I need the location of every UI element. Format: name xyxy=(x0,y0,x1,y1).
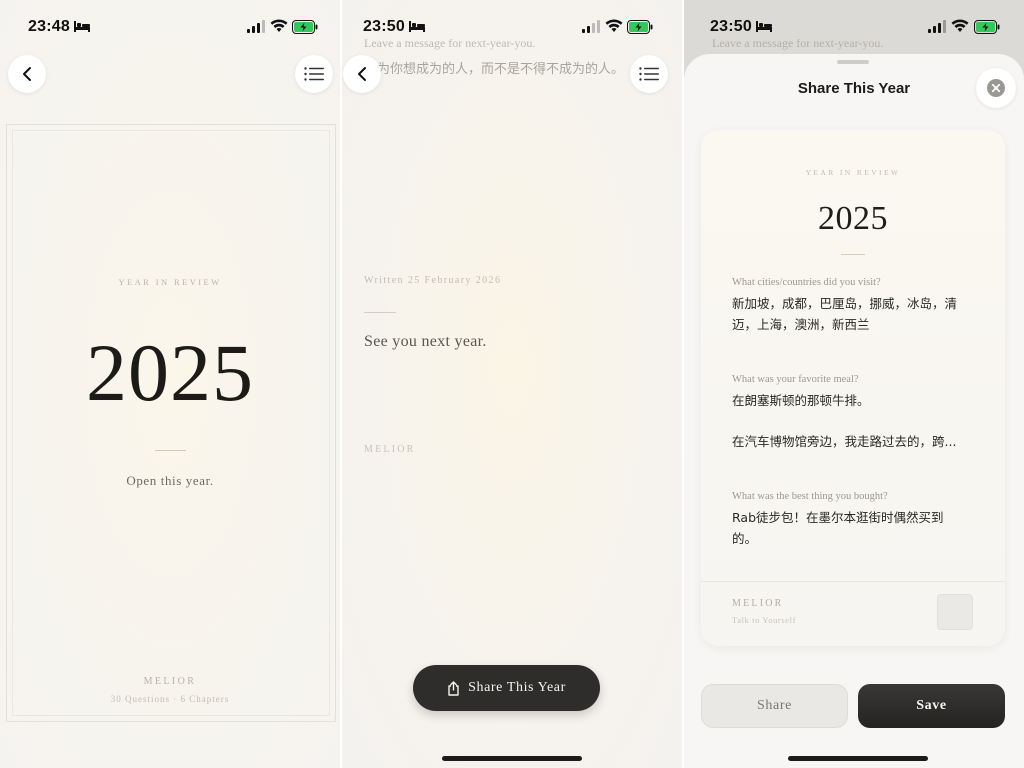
open-year-link[interactable]: Open this year. xyxy=(0,473,340,489)
menu-button[interactable] xyxy=(295,55,333,93)
card-brand: MELIOR xyxy=(732,598,784,609)
close-button[interactable] xyxy=(976,68,1016,108)
signal-icon xyxy=(582,20,600,33)
card-eyebrow: YEAR IN REVIEW xyxy=(805,168,901,177)
faded-message-line: 因为你想成为的人，而不是不得不成为的人。 xyxy=(364,62,625,77)
year-title[interactable]: 2025 xyxy=(0,332,340,414)
card-question: What was your favorite meal? xyxy=(732,374,859,385)
battery-charging-icon xyxy=(292,20,318,34)
close-icon xyxy=(987,79,1005,97)
save-button[interactable]: Save xyxy=(858,684,1005,728)
back-button[interactable] xyxy=(8,55,46,93)
card-tagline: Talk to Yourself xyxy=(732,615,797,625)
wifi-icon xyxy=(605,19,623,32)
battery-charging-icon xyxy=(627,20,653,34)
home-indicator[interactable] xyxy=(442,756,582,761)
written-date: Written 25 February 2026 xyxy=(364,275,502,286)
status-time: 23:50 xyxy=(363,18,405,35)
card-answer-continued: 在汽车博物馆旁边，我走路过去的，跨... xyxy=(732,434,957,449)
share-button-label: Share This Year xyxy=(468,680,566,695)
card-divider-rule xyxy=(841,254,865,255)
signal-icon xyxy=(247,20,265,33)
wifi-icon xyxy=(951,19,969,32)
brand-name: MELIOR xyxy=(143,676,197,687)
back-chevron-icon xyxy=(23,67,31,81)
share-sheet: Share This Year YEAR IN REVIEW 2025 What… xyxy=(684,54,1024,768)
eyebrow-label: YEAR IN REVIEW xyxy=(118,277,222,287)
card-answer: 在朗塞斯顿的那顿牛排。 xyxy=(732,393,870,408)
card-footer-divider xyxy=(701,581,1005,582)
battery-charging-icon xyxy=(974,20,1000,34)
brand-name: MELIOR xyxy=(364,444,416,455)
share-icon xyxy=(448,680,459,696)
status-bar: 23:50 xyxy=(342,0,682,54)
qr-code-placeholder xyxy=(937,594,973,630)
card-year: 2025 xyxy=(818,200,888,237)
status-bar: 23:48 xyxy=(0,0,340,54)
status-time: 23:50 xyxy=(710,18,752,35)
card-answer: 新加坡，成都，巴厘岛，挪威，冰岛，清迈，上海，澳洲，新西兰 xyxy=(732,296,958,332)
bed-icon xyxy=(756,21,772,32)
divider-rule xyxy=(155,450,186,451)
list-icon xyxy=(639,67,659,81)
back-button[interactable] xyxy=(343,55,381,93)
status-bar: 23:50 xyxy=(684,0,1024,54)
card-answer: Rab徒步包！在墨尔本逛街时偶然买到的。 xyxy=(732,510,944,546)
card-question: What was the best thing you bought? xyxy=(732,491,888,502)
status-time: 23:48 xyxy=(28,18,70,35)
card-question: What cities/countries did you visit? xyxy=(732,277,881,288)
divider-rule xyxy=(364,312,396,313)
bed-icon xyxy=(409,21,425,32)
sheet-grabber[interactable] xyxy=(837,60,869,64)
message-text: See you next year. xyxy=(364,333,487,350)
list-icon xyxy=(304,67,324,81)
panel-open-year: 23:48 YEAR IN REVIEW 2025 Open this year… xyxy=(0,0,340,768)
share-button[interactable]: Share xyxy=(701,684,848,728)
wifi-icon xyxy=(270,19,288,32)
share-this-year-button[interactable]: Share This Year xyxy=(413,665,600,711)
brand-subtitle: 30 Questions · 6 Chapters xyxy=(110,694,230,704)
card-frame-inner xyxy=(12,130,330,716)
menu-button[interactable] xyxy=(630,55,668,93)
home-indicator[interactable] xyxy=(788,756,928,761)
sheet-title: Share This Year xyxy=(797,80,911,97)
bed-icon xyxy=(74,21,90,32)
year-review-card: YEAR IN REVIEW 2025 What cities/countrie… xyxy=(701,130,1005,646)
panel-message: Leave a message for next-year-you. 因为你想成… xyxy=(342,0,682,768)
back-chevron-icon xyxy=(358,67,366,81)
signal-icon xyxy=(928,20,946,33)
panel-share-sheet: Leave a message for next-year-you. 23:50… xyxy=(684,0,1024,768)
